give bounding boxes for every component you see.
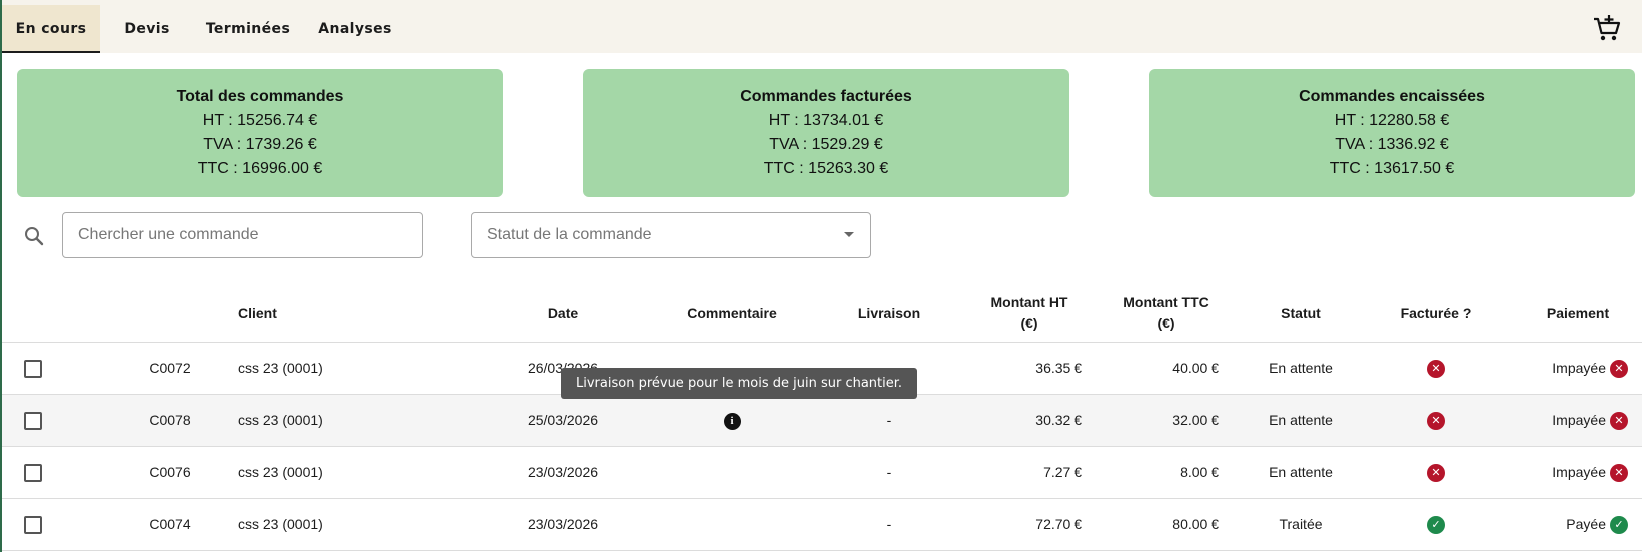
status-filter-placeholder: Statut de la commande [487,226,652,243]
card-tva: TVA : 1529.29 € [769,136,883,153]
order-number: C0074 [149,516,191,532]
card-ttc: TTC : 16996.00 € [197,160,323,177]
status-filter-select[interactable]: Statut de la commande [471,212,871,258]
card-title: Total des commandes [176,88,344,105]
header-statut[interactable]: Statut [1222,303,1380,324]
order-status: Traitée [1279,516,1323,532]
amount-ttc: 40.00 € [1172,360,1219,376]
delivery: - [886,412,892,428]
check-circle-icon: ✓ [1427,516,1445,535]
amount-ttc: 8.00 € [1180,464,1219,480]
card-ht: HT : 13734.01 € [768,112,884,129]
order-number: C0076 [149,464,191,480]
search-input[interactable] [62,212,423,258]
header-montant-ttc-line2: (€) [1157,315,1175,331]
chevron-down-icon [844,232,854,237]
header-montant-ttc[interactable]: Montant TTC (€) [1099,292,1233,334]
delivery: - [886,464,892,480]
info-icon[interactable]: i [723,412,741,430]
header-montant-ht[interactable]: Montant HT (€) [962,292,1096,334]
amount-ttc: 80.00 € [1172,516,1219,532]
row-checkbox[interactable] [24,464,42,482]
delivery: - [886,516,892,532]
invoiced-cell: ✓ [1411,499,1461,550]
order-number: C0078 [149,412,191,428]
order-date: 25/03/2026 [527,412,599,428]
comment-tooltip: Livraison prévue pour le mois de juin su… [561,368,918,399]
client-name: css 23 (0001) [238,464,323,480]
header-montant-ht-line2: (€) [1020,315,1038,331]
payment-cell: Impayée ✕ [1492,395,1628,446]
payment-cell: Payée ✓ [1492,499,1628,550]
header-client[interactable]: Client [238,303,277,324]
header-livraison[interactable]: Livraison [814,303,964,324]
payment-status: Impayée [1552,464,1606,480]
order-status: En attente [1269,360,1333,376]
client-name: css 23 (0001) [238,516,323,532]
payment-status: Impayée [1552,412,1606,428]
header-facturee: Facturée ? [1400,305,1472,321]
order-date: 23/03/2026 [527,464,599,480]
amount-ttc: 32.00 € [1172,412,1219,428]
table-row[interactable]: C0074 css 23 (0001) 23/03/2026 - 72.70 €… [2,499,1642,551]
cancel-circle-icon: ✕ [1610,412,1628,431]
header-montant-ht-line1: Montant HT [990,294,1068,310]
card-commandes-encaissees: Commandes encaissées HT : 12280.58 € TVA… [1149,69,1635,197]
table-row[interactable]: C0076 css 23 (0001) 23/03/2026 - 7.27 € … [2,447,1642,499]
invoiced-cell: ✕ [1411,343,1461,394]
card-tva: TVA : 1739.26 € [203,136,317,153]
payment-cell: Impayée ✕ [1492,343,1628,394]
client-name: css 23 (0001) [238,360,323,376]
card-title: Commandes encaissées [1299,88,1485,105]
card-ht: HT : 12280.58 € [1334,112,1450,129]
tab-devis[interactable]: Devis [112,5,182,53]
cancel-circle-icon: ✕ [1427,412,1445,431]
search-icon [25,227,44,246]
check-circle-icon: ✓ [1610,516,1628,535]
comment-cell: i [657,395,807,446]
row-checkbox[interactable] [24,360,42,378]
tab-terminees[interactable]: Terminées [198,5,298,53]
header-montant-ttc-line1: Montant TTC [1123,294,1209,310]
tab-en-cours[interactable]: En cours [2,5,100,53]
cancel-circle-icon: ✕ [1610,360,1628,379]
order-status: En attente [1269,464,1333,480]
header-date[interactable]: Date [483,303,643,324]
amount-ht: 7.27 € [1043,464,1082,480]
cancel-circle-icon: ✕ [1427,360,1445,379]
tab-analyses[interactable]: Analyses [310,5,400,53]
card-total-commandes: Total des commandes HT : 15256.74 € TVA … [17,69,503,197]
row-checkbox[interactable] [24,516,42,534]
amount-ht: 72.70 € [1035,516,1082,532]
invoiced-cell: ✕ [1411,447,1461,498]
order-number: C0072 [149,360,191,376]
card-tva: TVA : 1336.92 € [1335,136,1449,153]
add-to-cart-icon[interactable] [1592,13,1622,43]
amount-ht: 36.35 € [1035,360,1082,376]
order-date: 23/03/2026 [527,516,599,532]
top-tab-bar: En cours Devis Terminées Analyses [2,0,1642,53]
client-name: css 23 (0001) [238,412,323,428]
card-ht: HT : 15256.74 € [202,112,318,129]
order-status: En attente [1269,412,1333,428]
card-ttc: TTC : 13617.50 € [1329,160,1455,177]
card-title: Commandes facturées [740,88,912,105]
table-row[interactable]: C0078 css 23 (0001) 25/03/2026 i - 30.32… [2,395,1642,447]
card-ttc: TTC : 15263.30 € [763,160,889,177]
payment-cell: Impayée ✕ [1492,447,1628,498]
row-checkbox[interactable] [24,412,42,430]
invoiced-cell: ✕ [1411,395,1461,446]
payment-status: Impayée [1552,360,1606,376]
card-commandes-facturees: Commandes facturées HT : 13734.01 € TVA … [583,69,1069,197]
cancel-circle-icon: ✕ [1427,464,1445,483]
payment-status: Payée [1566,516,1606,532]
header-paiement: Paiement [1546,305,1610,321]
cancel-circle-icon: ✕ [1610,464,1628,483]
amount-ht: 30.32 € [1035,412,1082,428]
header-commentaire: Commentaire [687,305,777,321]
